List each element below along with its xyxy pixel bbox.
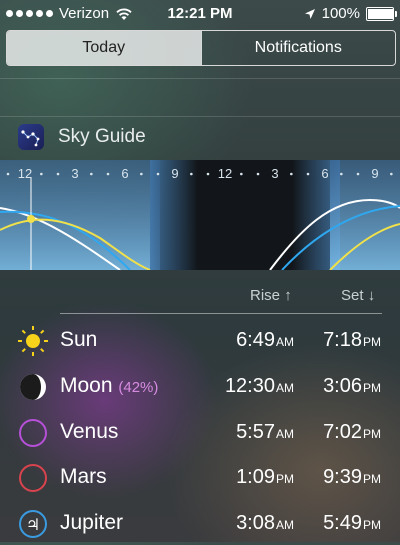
rise-time: 1:09PM [236,466,294,488]
widget-title[interactable]: Sky Guide [58,126,146,148]
list-item[interactable]: ♃ Jupiter 3:08AM 5:49PM [0,505,400,545]
battery-icon [366,6,397,21]
timeline-tick-dot [390,172,393,176]
timeline-tick-label: 12 [218,166,232,181]
timeline-tick-label: 12 [18,166,32,181]
arrow-up-icon: ↑ [284,287,292,304]
timeline-tick-dot [156,172,160,176]
header-divider [60,313,382,314]
location-arrow-icon [304,8,315,19]
timeline-tick-dot [290,172,293,176]
set-label: Set [341,287,364,304]
rise-label: Rise [250,287,281,304]
daytime-band [330,160,400,270]
rise-column-header: Rise ↑ [250,287,292,304]
timeline-tick-label: 6 [321,166,328,181]
body-name: Moon (42%) [60,374,159,397]
mars-icon [19,464,47,492]
timeline-tick-label: 6 [121,166,128,181]
list-item[interactable]: Moon (42%) 12:30AM 3:06PM [0,368,400,408]
divider [0,116,400,117]
timeline-tick-dot [56,172,60,176]
venus-icon [19,419,47,447]
timeline-tick-dot [190,172,193,176]
body-name: Jupiter [60,511,124,534]
timeline-tick-dot [40,172,43,176]
timeline-tick-dot [90,172,93,176]
tab-notifications[interactable]: Notifications [200,31,396,65]
timeline-tick-dot [356,172,360,176]
sky-guide-app-icon[interactable] [18,124,44,150]
rise-time: 3:08AM [236,512,294,534]
status-right: 100% [304,5,397,22]
body-name: Venus [60,420,119,443]
timeline-tick-label: 3 [271,166,278,181]
body-name: Mars [60,465,107,488]
tab-today[interactable]: Today [7,31,201,65]
jupiter-icon: ♃ [19,510,47,538]
rise-time: 12:30AM [224,375,294,397]
set-time: 7:02PM [323,421,381,443]
list-item[interactable]: Sun 6:49AM 7:18PM [0,322,400,362]
list-item[interactable]: Mars 1:09PM 9:39PM [0,459,400,499]
timeline-tick-dot [240,172,243,176]
svg-text:♃: ♃ [26,515,40,534]
constellation-icon [21,130,40,147]
set-time: 5:49PM [323,512,381,534]
timeline-tick-dot [6,172,10,176]
status-bar: Verizon 12:21 PM 100% [0,0,400,26]
timeline-tick-label: 9 [171,166,178,181]
timeline-tick-dot [106,172,110,176]
arrow-down-icon: ↓ [367,287,376,304]
today-notifications-segmented-control: Today Notifications [6,30,396,66]
moon-icon [20,374,46,400]
battery-percent: 100% [321,5,360,22]
timeline-tick-dot [140,172,143,176]
sky-timeline-chart[interactable]: 12 3 6 9 12 3 6 9 [0,160,400,270]
timeline-tick-dot [340,172,343,176]
moon-illumination: (42%) [118,379,159,396]
sun-icon [18,326,48,356]
timeline-tick-dot [306,172,310,176]
divider [0,78,400,79]
sun-position-marker [27,215,35,223]
set-column-header: Set ↓ [341,287,375,304]
set-time: 3:06PM [323,375,381,397]
rise-time: 6:49AM [236,329,294,351]
set-time: 7:18PM [323,329,381,351]
set-time: 9:39PM [323,466,381,488]
timeline-tick-dot [206,172,210,176]
rise-time: 5:57AM [236,421,294,443]
body-name: Sun [60,328,98,351]
timeline-tick-label: 9 [371,166,378,181]
timeline-tick-dot [256,172,260,176]
timeline-tick-label: 3 [71,166,78,181]
list-item[interactable]: Venus 5:57AM 7:02PM [0,414,400,454]
